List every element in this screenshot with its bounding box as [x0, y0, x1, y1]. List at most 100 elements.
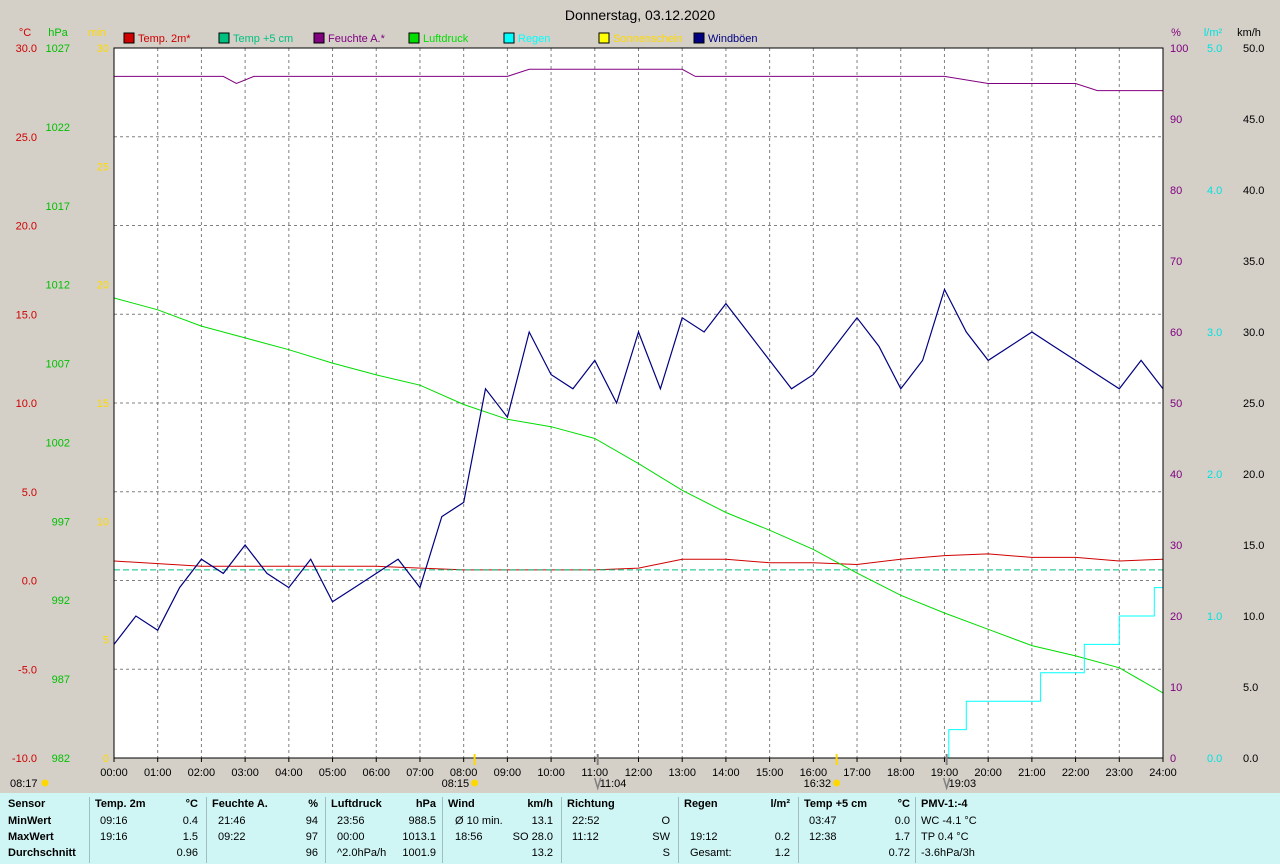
stats-row-label: MinWert [8, 815, 52, 827]
pressure-axis-tick: 992 [52, 595, 70, 607]
sun-axis-tick: 20 [97, 280, 109, 292]
wind-axis-tick: 20.0 [1243, 469, 1264, 481]
humidity-axis-tick: 10 [1170, 682, 1182, 694]
wind-axis-tick: 10.0 [1243, 611, 1264, 623]
stats-row-label: MaxWert [8, 831, 54, 843]
stats-cell-value: 0.4 [182, 815, 198, 827]
stats-cell-value: O [661, 815, 670, 827]
stats-header: Regen [684, 798, 718, 810]
temp-axis-tick: 30.0 [16, 43, 37, 55]
stats-cell-time: 18:56 [455, 831, 483, 843]
stats-cell-value: 1001.9 [402, 847, 436, 859]
rain-axis-tick: 3.0 [1207, 327, 1222, 339]
left-time-label: 08:17 [10, 778, 38, 790]
wind-axis-tick: 50.0 [1243, 43, 1264, 55]
stats-header: Temp. 2m [95, 798, 146, 810]
stats-separator [325, 797, 326, 863]
stats-separator [561, 797, 562, 863]
stats-cell-time: 09:16 [100, 815, 128, 827]
legend-swatch [408, 32, 420, 44]
wind-axis-tick: 5.0 [1243, 682, 1258, 694]
stats-cell-time: Ø 10 min. [455, 815, 503, 827]
rain-axis-tick: 5.0 [1207, 43, 1222, 55]
stats-cell-value: 0.2 [774, 831, 790, 843]
stats-cell-time: 11:12 [572, 831, 599, 843]
legend-swatch [693, 32, 705, 44]
wind-axis-tick: 15.0 [1243, 540, 1264, 552]
temp-axis-tick: 10.0 [16, 398, 37, 410]
stats-header: PMV-1:-4 [921, 798, 968, 810]
stats-cell-value: 1.5 [182, 831, 198, 843]
rain-axis-label: l/m² [1204, 27, 1223, 39]
pressure-axis-tick: 987 [52, 674, 70, 686]
humidity-axis-tick: 100 [1170, 43, 1188, 55]
stats-cell-pmv: -3.6hPa/3h [921, 847, 975, 859]
stats-cell-time: Gesamt: [690, 847, 732, 859]
x-tick-label: 04:00 [275, 767, 303, 779]
humidity-axis-tick: 80 [1170, 185, 1182, 197]
stats-cell-pmv: WC -4.1 °C [921, 815, 977, 827]
x-tick-label: 12:00 [625, 767, 653, 779]
temp-axis-tick: 15.0 [16, 309, 37, 321]
stats-cell-time: 09:22 [218, 831, 246, 843]
x-tick-label: 21:00 [1018, 767, 1046, 779]
weather-chart-window: 30.0 25.0 20.0 15.0 10.0 5.0 0.0 -5.0 -10.0 °C 102… [0, 0, 1280, 864]
stats-cell-time: ^2.0hPa/h [337, 847, 387, 859]
stats-separator [89, 797, 90, 863]
stats-cell-time: 03:47 [809, 815, 837, 827]
sunrise-label: 08:15 [442, 778, 470, 790]
moonset-label: 19:03 [949, 778, 977, 790]
wind-axis-label: km/h [1237, 27, 1261, 39]
legend-swatch [123, 32, 135, 44]
pressure-axis-tick: 997 [52, 516, 70, 528]
sun-axis-label: min [88, 27, 106, 39]
x-tick-label: 18:00 [887, 767, 915, 779]
wind-axis-tick: 30.0 [1243, 327, 1264, 339]
stats-cell-value: 94 [305, 815, 318, 827]
rain-axis-tick: 2.0 [1207, 469, 1222, 481]
statistics-panel: Sensor Temp. 2m °C Feuchte A.% Luftdruck hPa W… [0, 793, 1280, 864]
humidity-axis-tick: 50 [1170, 398, 1182, 410]
temp-axis-tick: 25.0 [16, 132, 37, 144]
stats-cell-value: 1.2 [774, 847, 790, 859]
stats-cell-value: 97 [305, 831, 318, 843]
legend-label: Temp +5 cm [233, 33, 293, 45]
sun-axis-tick: 10 [97, 516, 109, 528]
stats-cell-value: 1013.1 [402, 831, 436, 843]
stats-row-label: Durchschnitt [8, 847, 76, 859]
stats-cell-time: 22:52 [572, 815, 600, 827]
legend-label: Sonnenschein [613, 33, 683, 45]
legend-label: Feuchte A.* [328, 33, 386, 45]
stats-header: Luftdruck [331, 798, 382, 810]
sun-axis-tick: 30 [97, 43, 109, 55]
pressure-axis-tick: 1017 [46, 201, 70, 213]
stats-cell-time: 19:16 [100, 831, 128, 843]
rain-axis-tick: 4.0 [1207, 185, 1222, 197]
wind-axis-tick: 0.0 [1243, 753, 1258, 765]
sun-axis-tick: 0 [103, 753, 109, 765]
sun-icon [41, 779, 49, 787]
stats-cell-value: 988.5 [408, 815, 436, 827]
rain-axis-tick: 1.0 [1207, 611, 1222, 623]
stats-separator [442, 797, 443, 863]
pressure-axis-tick: 1027 [46, 43, 70, 55]
stats-header: Wind [448, 798, 475, 810]
stats-header-unit: hPa [415, 798, 436, 810]
wind-axis-tick: 45.0 [1243, 114, 1264, 126]
sunset-icon [833, 779, 841, 787]
x-tick-label: 09:00 [494, 767, 522, 779]
x-tick-label: 07:00 [406, 767, 434, 779]
x-tick-label: 15:00 [756, 767, 784, 779]
x-tick-label: 14:00 [712, 767, 740, 779]
stats-cell-time: 00:00 [337, 831, 365, 843]
x-tick-label: 22:00 [1062, 767, 1090, 779]
stats-header-unit: km/h [527, 798, 553, 810]
moonrise-label: 11:04 [600, 778, 627, 790]
sun-axis-tick: 25 [97, 161, 109, 173]
humidity-axis-tick: 0 [1170, 753, 1176, 765]
stats-cell-value: 13.1 [531, 815, 553, 827]
temp-axis-tick: 0.0 [22, 576, 37, 588]
pressure-axis-tick: 1022 [46, 122, 70, 134]
chart-title: Donnerstag, 03.12.2020 [565, 7, 715, 23]
stats-cell-time: 12:38 [809, 831, 837, 843]
